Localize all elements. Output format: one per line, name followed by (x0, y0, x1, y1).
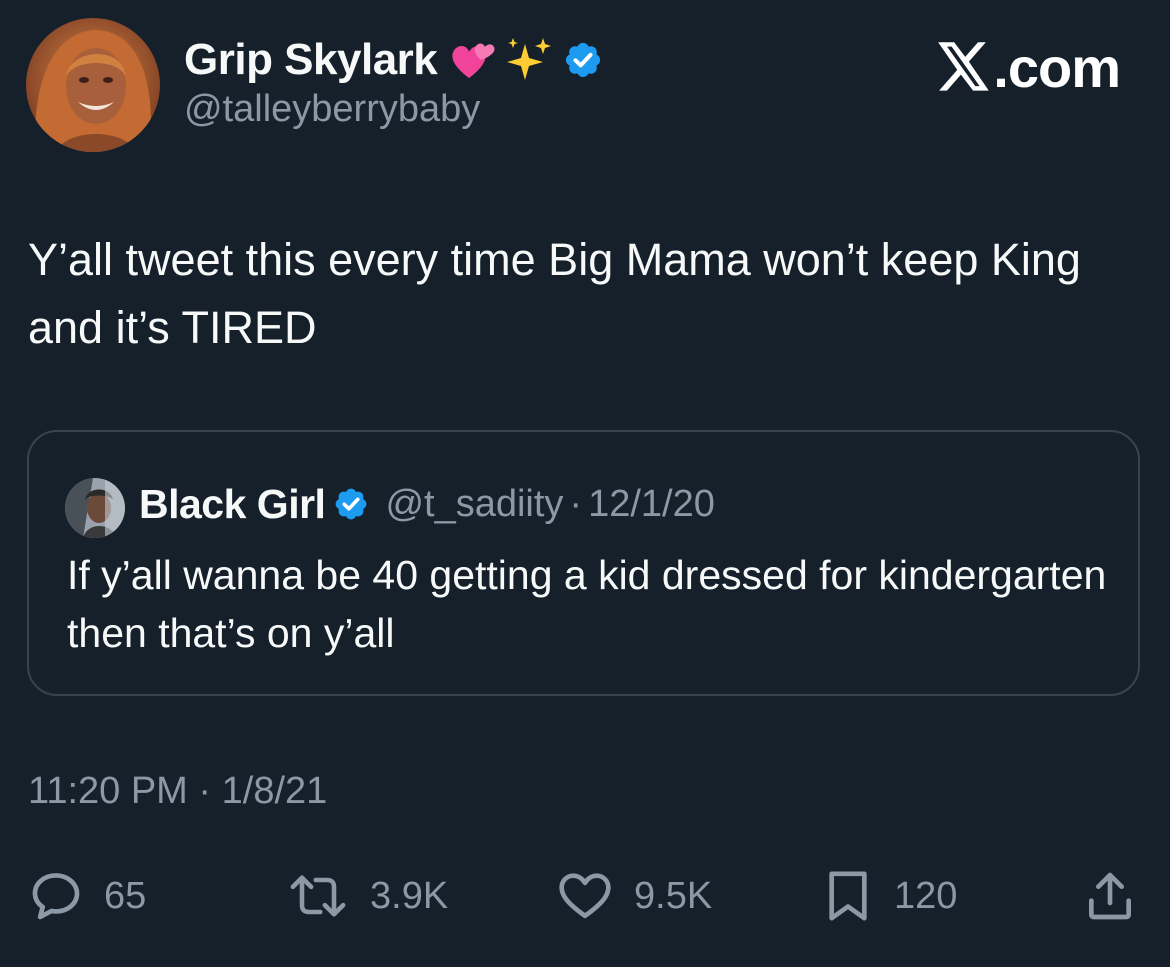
x-logo-icon (937, 42, 991, 92)
author-name-row: Grip Skylark (184, 30, 603, 90)
author-display-name[interactable]: Grip Skylark (184, 35, 438, 85)
retweet-count: 3.9K (370, 874, 449, 917)
bookmark-count: 120 (894, 874, 958, 917)
quoted-handle[interactable]: @t_sadiity (385, 483, 563, 526)
author-avatar[interactable] (26, 18, 160, 152)
like-count: 9.5K (634, 874, 713, 917)
quoted-avatar-photo (65, 478, 125, 538)
share-icon (1089, 872, 1131, 920)
tweet-time: 11:20 PM (28, 770, 188, 812)
quoted-separator: · (569, 482, 583, 525)
reply-icon (32, 873, 80, 920)
avatar-photo (26, 18, 160, 152)
quoted-tweet-text: If y’all wanna be 40 getting a kid dress… (67, 552, 1107, 656)
bookmark-icon (829, 871, 867, 921)
two-hearts-icon (449, 38, 497, 82)
timestamp-separator: · (187, 770, 222, 812)
retweet-button[interactable]: 3.9K (286, 866, 448, 926)
author-handle[interactable]: @talleyberrybaby (184, 88, 480, 131)
reply-button[interactable]: 65 (28, 866, 146, 926)
heart-icon (559, 873, 611, 919)
quoted-display-name[interactable]: Black Girl (139, 481, 326, 528)
like-button[interactable]: 9.5K (556, 866, 712, 926)
retweet-icon (290, 875, 346, 917)
share-button[interactable] (1082, 866, 1138, 926)
verified-badge-icon[interactable] (563, 40, 603, 80)
quoted-author-avatar[interactable] (65, 478, 125, 538)
quoted-tweet-card[interactable]: Black Girl @t_sadiity · 12/1/20 If y’all… (27, 430, 1140, 696)
tweet-timestamp[interactable]: 11:20 PM · 1/8/21 (28, 770, 327, 813)
reply-count: 65 (104, 874, 147, 917)
quoted-date[interactable]: 12/1/20 (588, 483, 715, 526)
quoted-tweet-header: Black Girl @t_sadiity · 12/1/20 (139, 476, 715, 532)
sparkles-icon (505, 36, 553, 84)
tweet-text: Y’all tweet this every time Big Mama won… (28, 234, 1081, 353)
brand-watermark: .com (937, 34, 1121, 100)
verified-badge-icon[interactable] (333, 486, 369, 522)
brand-domain: .com (993, 35, 1121, 99)
bookmark-button[interactable]: 120 (822, 866, 957, 926)
tweet-date: 1/8/21 (221, 770, 328, 812)
